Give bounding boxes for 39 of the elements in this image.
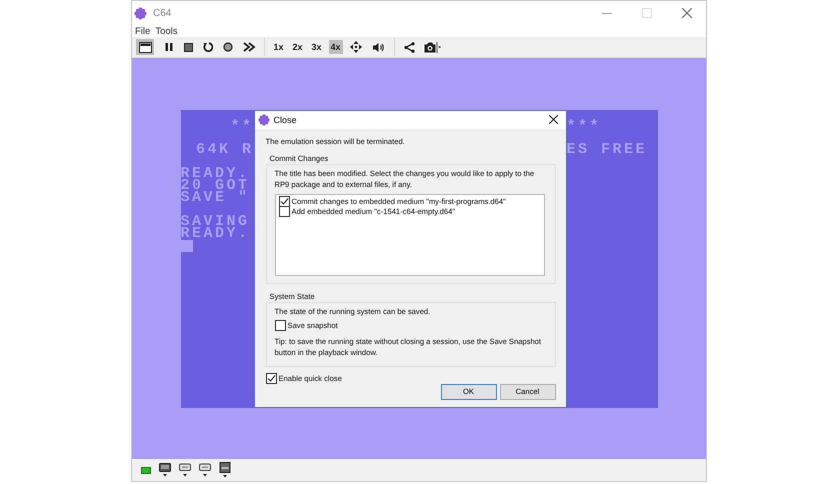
screen-text: ** bbox=[229, 116, 254, 136]
share-icon[interactable] bbox=[404, 42, 416, 52]
stop-icon[interactable] bbox=[184, 42, 193, 52]
checkbox[interactable] bbox=[278, 206, 290, 217]
menu-item[interactable]: Tools bbox=[155, 26, 178, 36]
screen-text: SAVING bbox=[180, 216, 251, 228]
zoom-button[interactable]: 3x bbox=[310, 40, 324, 54]
screen-text: 20 GOT bbox=[180, 180, 251, 192]
screen-text: 64K R bbox=[194, 140, 254, 160]
record-icon[interactable] bbox=[223, 42, 233, 52]
checkbox[interactable] bbox=[278, 196, 290, 207]
port-icon[interactable] bbox=[199, 463, 211, 477]
flower-icon bbox=[258, 114, 270, 126]
keyboard-icon[interactable] bbox=[159, 463, 171, 477]
led-icon bbox=[141, 466, 151, 474]
fast-forward-icon[interactable] bbox=[243, 42, 255, 52]
dialog-title: Close bbox=[274, 114, 297, 124]
checkbox[interactable] bbox=[266, 373, 276, 384]
screen-text: READY. bbox=[180, 168, 251, 180]
reset-icon[interactable] bbox=[203, 42, 213, 52]
speaker-icon[interactable] bbox=[372, 42, 386, 52]
screen-text: *** bbox=[566, 116, 602, 136]
disk-drive-icon[interactable] bbox=[219, 462, 231, 478]
pause-icon[interactable] bbox=[164, 42, 174, 52]
screen-text: SAVE " bbox=[180, 192, 251, 204]
zoom-button[interactable]: 1x bbox=[272, 40, 286, 54]
zoom-button[interactable]: 2x bbox=[290, 40, 305, 54]
screen-text: ES FREE bbox=[566, 140, 648, 160]
screen-text: READY. bbox=[180, 228, 251, 240]
menu-item[interactable]: File bbox=[135, 26, 150, 36]
monitor-icon[interactable] bbox=[136, 39, 154, 55]
zoom-button[interactable]: 4x bbox=[328, 40, 343, 54]
close-icon[interactable] bbox=[548, 115, 558, 124]
flower-icon bbox=[134, 6, 147, 20]
window-title: C64 bbox=[153, 8, 172, 18]
camera-icon[interactable] bbox=[424, 42, 442, 52]
move-icon[interactable] bbox=[350, 41, 362, 53]
checkbox[interactable] bbox=[274, 320, 286, 331]
port-icon[interactable] bbox=[179, 463, 191, 477]
